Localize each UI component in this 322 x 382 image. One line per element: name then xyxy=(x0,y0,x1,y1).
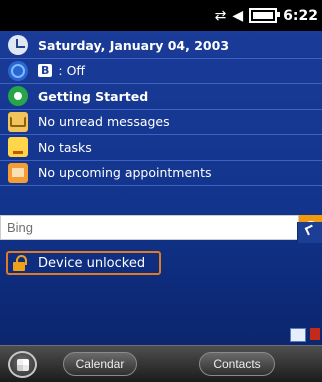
status-icons: ⇄ ◀ 6:22 xyxy=(215,0,322,31)
today-item-getting-started[interactable]: Getting Started xyxy=(0,84,322,110)
getting-started-icon xyxy=(8,86,28,107)
start-button[interactable] xyxy=(8,351,37,378)
calendar-icon xyxy=(8,162,28,183)
data-connection-icon[interactable]: ⇄ xyxy=(215,9,227,23)
contacts-soft-key[interactable]: Contacts xyxy=(199,352,275,376)
bottom-bar: Calendar Contacts xyxy=(0,345,322,382)
windows-logo-icon xyxy=(16,358,29,371)
notification-icon[interactable] xyxy=(310,328,320,340)
calendar-soft-key[interactable]: Calendar xyxy=(63,352,137,376)
messages-icon xyxy=(8,111,28,132)
sync-icon[interactable] xyxy=(290,328,306,342)
calendar-label: No upcoming appointments xyxy=(38,165,212,181)
today-item-messages[interactable]: No unread messages xyxy=(0,110,322,135)
clock-time[interactable]: 6:22 xyxy=(283,8,318,24)
getting-started-label: Getting Started xyxy=(38,88,149,104)
tray-icons xyxy=(290,328,320,342)
search-input[interactable] xyxy=(0,215,299,240)
device-status-label: Device unlocked xyxy=(38,255,146,271)
search-bar xyxy=(0,215,322,240)
device-status[interactable]: Device unlocked xyxy=(6,251,161,275)
today-screen: ⇄ ◀ 6:22 Saturday, January 04, 2003 B : … xyxy=(0,0,322,382)
battery-icon[interactable] xyxy=(249,8,281,23)
unlocked-padlock-icon xyxy=(12,255,27,271)
wireless-label: : Off xyxy=(58,63,86,79)
clock-icon xyxy=(8,35,28,56)
status-bar: ⇄ ◀ 6:22 xyxy=(0,0,322,31)
bluetooth-icon: B xyxy=(38,64,53,78)
wireless-icon xyxy=(8,60,28,81)
scroll-up-tab[interactable] xyxy=(297,222,322,243)
volume-icon[interactable]: ◀ xyxy=(232,9,243,23)
messages-label: No unread messages xyxy=(38,114,170,130)
tasks-label: No tasks xyxy=(38,139,92,155)
today-item-tasks[interactable]: No tasks xyxy=(0,135,322,161)
tasks-icon xyxy=(8,137,28,158)
date-label: Saturday, January 04, 2003 xyxy=(38,37,230,53)
chevron-up-icon xyxy=(304,224,316,236)
today-item-calendar[interactable]: No upcoming appointments xyxy=(0,161,322,186)
today-item-date[interactable]: Saturday, January 04, 2003 xyxy=(0,33,322,59)
today-item-wireless[interactable]: B : Off xyxy=(0,59,322,84)
today-items: Saturday, January 04, 2003 B : Off Getti… xyxy=(0,33,322,186)
